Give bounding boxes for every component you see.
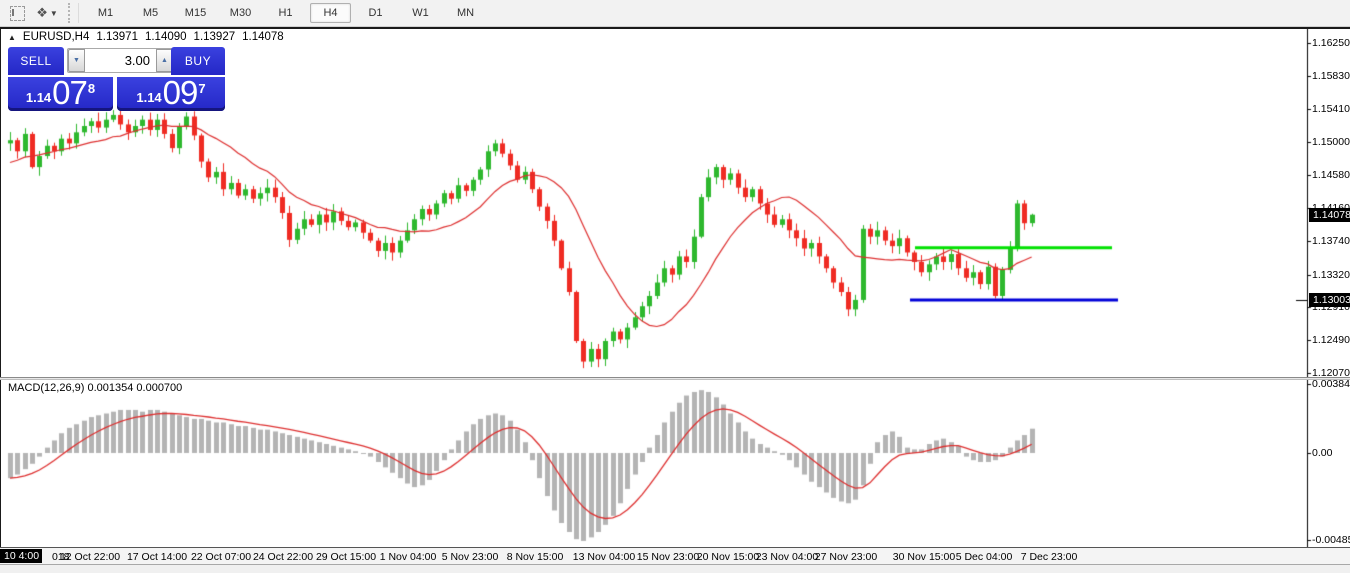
sell-button[interactable]: SELL [8,47,64,75]
time-axis-label: 5 Nov 23:00 [442,551,499,563]
price-axis-label: 1.15830 [1312,70,1350,82]
toolbar: ❖▼ M1 M5 M15 M30 H1 H4 D1 W1 MN [0,0,1350,27]
sell-price-prefix: 1.14 [26,88,51,108]
ohlc-open: 1.13971 [96,31,138,43]
volume-stepper: ▼ ▲ [67,48,174,73]
time-cursor-badge: 10 4:00 [0,549,42,563]
macd-axis-label: 0.003847 [1312,378,1350,390]
time-axis-label: 13 Nov 04:00 [573,551,635,563]
time-axis-label: 15 Nov 23:00 [637,551,699,563]
time-axis-label: 17 Oct 14:00 [127,551,187,563]
volume-decrease-icon[interactable]: ▼ [68,49,85,72]
symbol-label: EURUSD,H4 [23,31,89,43]
toolbar-separator [68,3,79,23]
tab-d1[interactable]: D1 [355,3,396,23]
macd-axis-label: 0.00 [1312,447,1332,459]
price-axis-label: 1.14580 [1312,169,1350,181]
ohlc-low: 1.13927 [194,31,236,43]
text-box-tool-icon[interactable] [4,2,30,24]
price-axis-label: 1.12910 [1312,301,1350,313]
status-strip [0,564,1350,573]
time-axis-label: 24 Oct 22:00 [253,551,313,563]
price-axis-label: 1.15000 [1312,136,1350,148]
price-axis-label: 1.16250 [1312,37,1350,49]
buy-price-big: 09 [163,78,198,108]
time-axis-label: 23 Nov 04:00 [756,551,818,563]
price-axis-label: 1.13740 [1312,235,1350,247]
volume-input[interactable] [85,49,156,72]
chart-header: ▲ EURUSD,H4 1.13971 1.14090 1.13927 1.14… [8,31,284,43]
tab-m15[interactable]: M15 [175,3,216,23]
time-axis-label: 8 Nov 15:00 [507,551,564,563]
tab-m1[interactable]: M1 [85,3,126,23]
time-axis-label: 1 Nov 04:00 [380,551,437,563]
time-axis-label: 20 Nov 15:00 [697,551,759,563]
time-axis-label: 27 Nov 23:00 [815,551,877,563]
chevron-down-icon: ▼ [50,9,58,18]
time-axis-label: 5 Dec 04:00 [956,551,1013,563]
buy-price-pip: 7 [198,84,205,94]
buy-price-prefix: 1.14 [136,88,161,108]
price-axis-label: 1.12490 [1312,334,1350,346]
sell-price-panel[interactable]: 1.14 07 8 [8,77,113,111]
time-axis-label: 30 Nov 15:00 [893,551,955,563]
tab-mn[interactable]: MN [445,3,486,23]
sell-price-pip: 8 [88,84,95,94]
tab-m30[interactable]: M30 [220,3,261,23]
arrows-tool-icon[interactable]: ❖▼ [34,2,60,24]
time-axis-label: 29 Oct 15:00 [316,551,376,563]
buy-button[interactable]: BUY [171,47,225,75]
macd-axis-label: -0.004856 [1312,534,1350,546]
ohlc-high: 1.14090 [145,31,187,43]
price-axis-label: 1.15410 [1312,103,1350,115]
sell-price-big: 07 [52,78,87,108]
panel-collapse-icon[interactable]: ▲ [8,33,16,42]
tab-w1[interactable]: W1 [400,3,441,23]
tab-h1[interactable]: H1 [265,3,306,23]
macd-label: MACD(12,26,9) 0.001354 0.000700 [8,382,182,394]
ohlc-close: 1.14078 [242,31,284,43]
terminal-window: ❖▼ M1 M5 M15 M30 H1 H4 D1 W1 MN ▲ EURUSD… [0,0,1350,573]
tab-m5[interactable]: M5 [130,3,171,23]
tab-h4[interactable]: H4 [310,3,351,23]
macd-indicator-canvas[interactable] [0,380,1350,547]
time-axis-label: 7 Dec 23:00 [1021,551,1078,563]
time-axis-label: 12 Oct 22:00 [60,551,120,563]
one-click-trading-panel: SELL ▼ ▲ BUY 1.14 07 8 1.14 09 7 [8,47,225,112]
price-axis-label: 1.13320 [1312,269,1350,281]
buy-price-panel[interactable]: 1.14 09 7 [117,77,225,111]
time-axis-label: 22 Oct 07:00 [191,551,251,563]
price-axis-label: 1.14160 [1312,202,1350,214]
